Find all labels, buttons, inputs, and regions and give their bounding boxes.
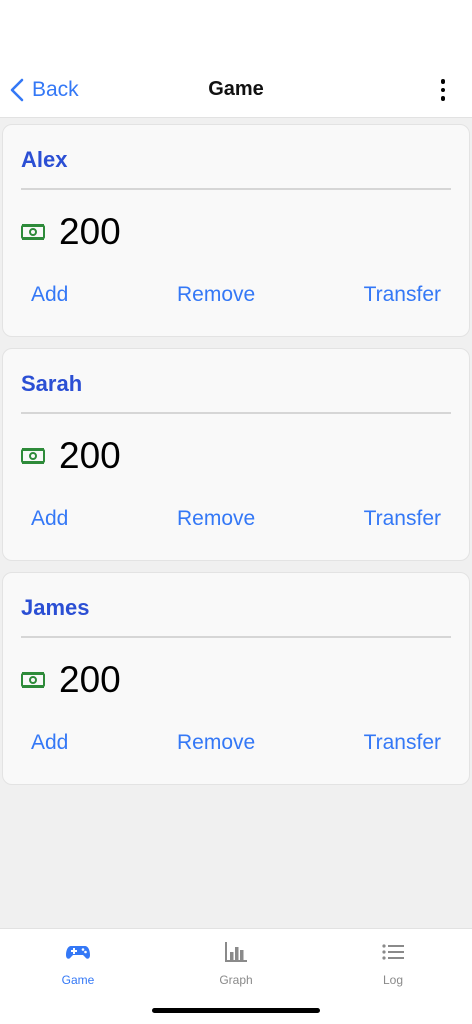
add-button[interactable]: Add (31, 731, 68, 755)
player-list: Alex 200 Add Remove Transfer Sarah 200 A… (0, 118, 472, 785)
more-vertical-icon[interactable] (436, 62, 450, 118)
navigation-bar: Back Game (0, 62, 472, 118)
remove-button[interactable]: Remove (177, 283, 255, 307)
bar-chart-icon (225, 942, 247, 962)
tab-label: Graph (219, 973, 253, 987)
remove-button[interactable]: Remove (177, 507, 255, 531)
list-icon (382, 944, 404, 960)
player-name: James (21, 595, 90, 620)
player-actions: Add Remove Transfer (3, 283, 469, 309)
balance-value: 200 (59, 659, 121, 700)
player-card: Alex 200 Add Remove Transfer (2, 124, 470, 337)
player-card: Sarah 200 Add Remove Transfer (2, 348, 470, 561)
player-card: James 200 Add Remove Transfer (2, 572, 470, 785)
transfer-button[interactable]: Transfer (364, 507, 441, 531)
remove-button[interactable]: Remove (177, 731, 255, 755)
money-icon (21, 448, 45, 464)
page-title: Game (208, 78, 264, 100)
chevron-left-icon (10, 78, 24, 102)
tab-log[interactable]: Log (353, 939, 433, 987)
balance-value: 200 (59, 435, 121, 476)
add-button[interactable]: Add (31, 283, 68, 307)
tab-game[interactable]: Game (38, 939, 118, 987)
player-actions: Add Remove Transfer (3, 507, 469, 533)
transfer-button[interactable]: Transfer (364, 731, 441, 755)
player-name: Alex (21, 147, 68, 172)
gamepad-icon (66, 946, 90, 959)
back-label: Back (32, 78, 79, 101)
money-icon (21, 672, 45, 688)
player-actions: Add Remove Transfer (3, 731, 469, 757)
divider (21, 636, 451, 638)
tab-label: Log (382, 973, 404, 987)
player-name: Sarah (21, 371, 83, 396)
divider (21, 412, 451, 414)
tab-graph[interactable]: Graph (196, 939, 276, 987)
divider (21, 188, 451, 190)
balance-row: 200 (21, 435, 121, 477)
tab-label: Game (61, 973, 95, 987)
back-button[interactable]: Back (10, 62, 79, 118)
transfer-button[interactable]: Transfer (364, 283, 441, 307)
add-button[interactable]: Add (31, 507, 68, 531)
balance-row: 200 (21, 659, 121, 701)
money-icon (21, 224, 45, 240)
balance-value: 200 (59, 211, 121, 252)
status-bar (0, 0, 472, 62)
home-indicator (152, 1008, 320, 1013)
balance-row: 200 (21, 211, 121, 253)
